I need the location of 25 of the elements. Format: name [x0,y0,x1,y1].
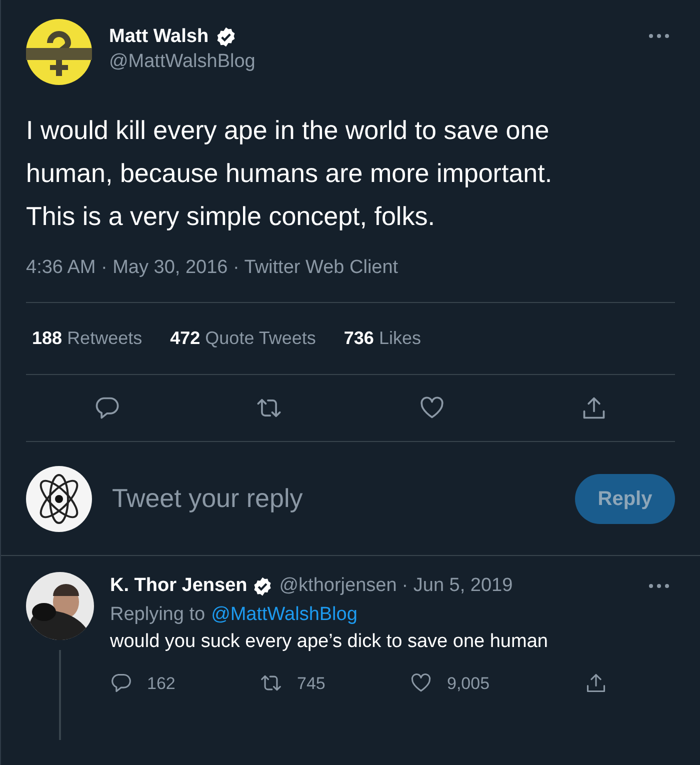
tweet-timestamp[interactable]: 4:36 AM · May 30, 2016 · Twitter Web Client [26,256,675,280]
comment-icon[interactable] [94,395,120,421]
retweet-count: 745 [297,672,326,694]
tweet-stat[interactable]: 736 Likes [344,325,421,352]
like-count: 9,005 [447,672,490,694]
reply-date[interactable]: · Jun 5, 2019 [402,572,513,600]
tweet-stat[interactable]: 472 Quote Tweets [170,325,316,352]
more-icon[interactable] [648,583,670,590]
reply-count: 162 [147,672,176,694]
heart-icon[interactable] [410,672,432,694]
reply-author-name[interactable]: K. Thor Jensen [110,572,248,600]
reply-text: would you suck every ape’s dick to save one human [110,630,549,654]
tweet-stat[interactable]: 188 Retweets [32,325,142,352]
tweet-text: I would kill every ape in the world to save one human, because humans are more important. This is a very simple concept, folks. [26,114,554,233]
heart-icon[interactable] [418,395,445,421]
more-icon[interactable] [648,33,670,39]
reply-author-handle[interactable]: @kthorjensen [279,572,397,600]
share-icon[interactable] [580,395,607,421]
share-icon[interactable] [585,672,607,694]
reply-input[interactable]: Tweet your reply [112,479,575,518]
author-handle[interactable]: @MattWalshBlog [109,49,648,75]
replying-to-label: Replying to [110,602,206,626]
author-name[interactable]: Matt Walsh [109,25,209,49]
comment-icon[interactable] [110,672,132,694]
mention-link[interactable]: @MattWalshBlog [211,600,358,628]
